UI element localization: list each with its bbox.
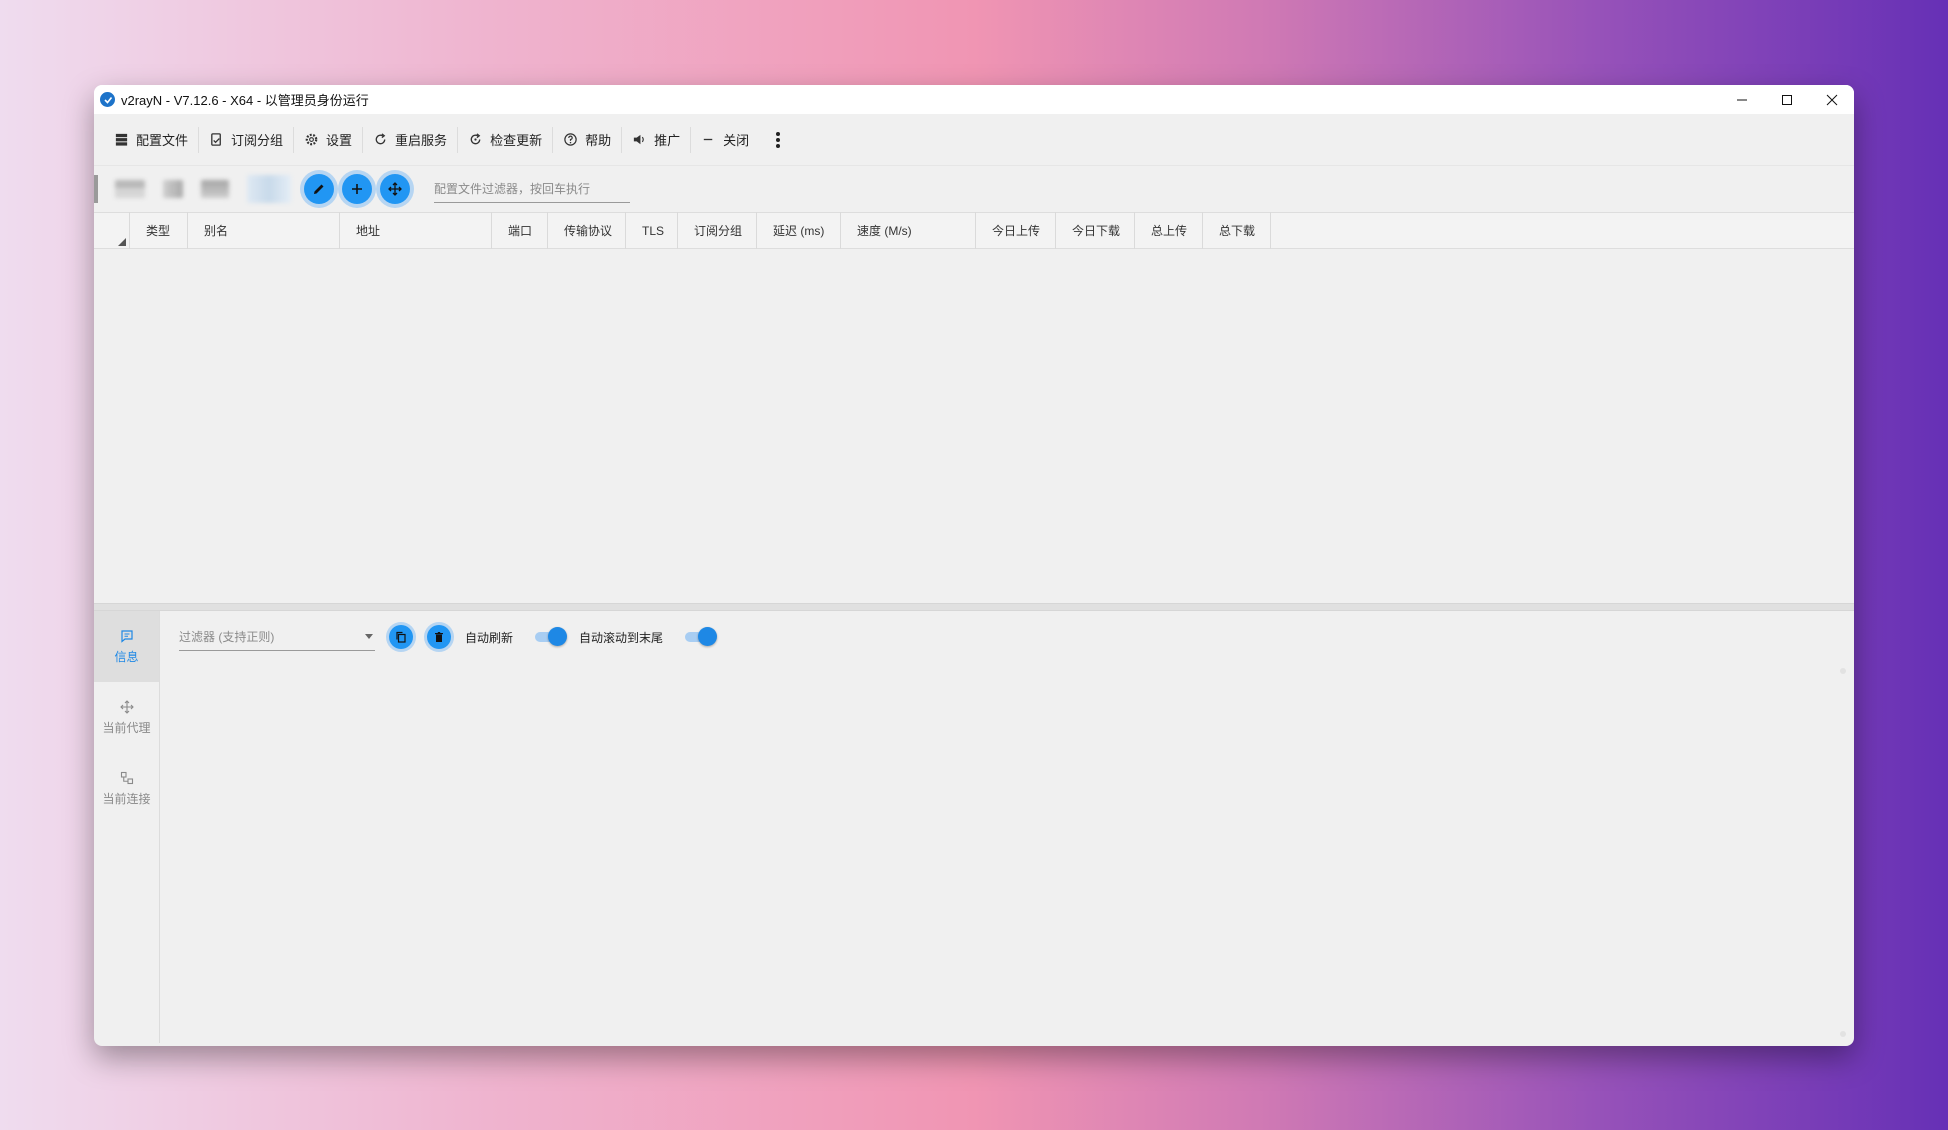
menu-restart-label: 重启服务	[395, 133, 448, 148]
connection-icon	[120, 771, 133, 784]
select-all-corner[interactable]	[94, 212, 130, 249]
tab-info-label: 信息	[114, 649, 139, 664]
log-panel: 过滤器 (支持正则) 自动刷新 自动滚动到末尾	[160, 611, 1854, 1043]
toggle-knob	[548, 627, 568, 646]
plus-icon	[352, 184, 362, 194]
scrollbar-up-indicator[interactable]	[1840, 668, 1846, 674]
scrollbar-down-indicator[interactable]	[1840, 1031, 1846, 1037]
window-title: v2rayN - V7.12.6 - X64 - 以管理员身份运行	[121, 93, 369, 108]
column-header-type[interactable]: 类型	[130, 212, 188, 249]
title-bar[interactable]: v2rayN - V7.12.6 - X64 - 以管理员身份运行	[94, 85, 1854, 114]
main-menu-bar: 配置文件 订阅分组 设置 重启服务 检查更新 帮助 推广 关闭	[94, 114, 1854, 166]
menu-promotion-label: 推广	[654, 133, 681, 148]
proxy-icon	[119, 699, 134, 714]
menu-subscription-group[interactable]: 订阅分组	[199, 125, 293, 155]
menu-restart-service[interactable]: 重启服务	[363, 125, 457, 155]
update-icon	[470, 133, 481, 145]
app-window: v2rayN - V7.12.6 - X64 - 以管理员身份运行 配置文件 订…	[94, 85, 1854, 1046]
column-header-address[interactable]: 地址	[340, 212, 492, 249]
close-window-button[interactable]	[1809, 85, 1854, 114]
close-icon	[1826, 94, 1837, 105]
toggle-knob	[698, 627, 718, 646]
log-filter-placeholder: 过滤器 (支持正则)	[179, 630, 275, 644]
minimize-button[interactable]	[1719, 85, 1764, 114]
minus-icon	[703, 138, 713, 141]
column-header-tls[interactable]: TLS	[626, 212, 678, 249]
chevron-down-icon[interactable]	[365, 634, 373, 639]
tab-current-proxy[interactable]: 当前代理	[94, 682, 159, 753]
column-header-port[interactable]: 端口	[492, 212, 548, 249]
auto-refresh-label: 自动刷新	[465, 630, 514, 645]
restart-icon	[375, 133, 386, 145]
menu-settings-label: 设置	[326, 133, 353, 148]
subscription-icon	[211, 133, 221, 146]
column-header-total-upload[interactable]: 总上传	[1135, 212, 1203, 249]
column-header-latency[interactable]: 延迟 (ms)	[757, 212, 841, 249]
pencil-icon	[314, 184, 324, 194]
copy-icon	[396, 631, 406, 643]
bottom-side-tabs: 信息 当前代理 当前连接	[94, 611, 160, 1043]
profile-filter-input[interactable]: 配置文件过滤器，按回车执行	[434, 175, 630, 203]
menu-close[interactable]: 关闭	[691, 125, 759, 155]
column-header-alias[interactable]: 别名	[188, 212, 340, 249]
menu-update-label: 检查更新	[490, 133, 543, 148]
move-icon	[388, 182, 402, 196]
menu-help[interactable]: 帮助	[553, 125, 621, 155]
gear-icon	[305, 133, 318, 146]
profile-table-header: 类型 别名 地址 端口 传输协议 TLS 订阅分组 延迟 (ms) 速度 (M/…	[94, 212, 1854, 249]
menu-help-label: 帮助	[585, 133, 612, 148]
column-header-total-download[interactable]: 总下载	[1203, 212, 1271, 249]
tab-info[interactable]: 信息	[94, 611, 159, 682]
menu-subscription-label: 订阅分组	[231, 133, 284, 148]
maximize-icon	[1781, 94, 1792, 105]
help-icon	[564, 133, 577, 146]
menu-promotion[interactable]: 推广	[622, 125, 690, 155]
server-icon	[115, 133, 128, 146]
auto-refresh-toggle[interactable]	[535, 627, 568, 646]
log-toolbar: 过滤器 (支持正则) 自动刷新 自动滚动到末尾	[160, 611, 1854, 663]
group-tab-blurred[interactable]	[201, 180, 229, 198]
column-header-today-upload[interactable]: 今日上传	[976, 212, 1056, 249]
panel-splitter[interactable]	[94, 603, 1854, 611]
tab-current-connections[interactable]: 当前连接	[94, 753, 159, 824]
maximize-button[interactable]	[1764, 85, 1809, 114]
column-header-today-download[interactable]: 今日下载	[1056, 212, 1135, 249]
group-tab-blurred[interactable]	[247, 175, 291, 203]
move-profile-button[interactable]	[380, 174, 410, 204]
window-controls	[1719, 85, 1854, 114]
edit-profile-button[interactable]	[304, 174, 334, 204]
group-tab-blurred[interactable]	[115, 180, 145, 198]
tab-current-proxy-label: 当前代理	[102, 720, 151, 735]
log-filter-combobox[interactable]: 过滤器 (支持正则)	[179, 623, 375, 651]
profile-table-body[interactable]	[94, 249, 1854, 603]
tab-current-connections-label: 当前连接	[102, 791, 151, 806]
speaker-icon	[633, 134, 644, 145]
toolbar-accent-bar	[94, 175, 98, 203]
more-options-icon[interactable]	[771, 130, 785, 150]
group-tab-blurred[interactable]	[163, 180, 183, 198]
column-header-subscription[interactable]: 订阅分组	[678, 212, 757, 249]
menu-settings[interactable]: 设置	[294, 125, 362, 155]
column-header-transport[interactable]: 传输协议	[548, 212, 626, 249]
clear-log-button[interactable]	[427, 625, 451, 649]
profile-toolbar: 配置文件过滤器，按回车执行	[94, 166, 1854, 212]
trash-icon	[435, 632, 443, 642]
copy-log-button[interactable]	[389, 625, 413, 649]
menu-profiles-label: 配置文件	[136, 133, 189, 148]
add-profile-button[interactable]	[342, 174, 372, 204]
menu-check-update[interactable]: 检查更新	[458, 125, 552, 155]
minimize-icon	[1736, 99, 1747, 100]
message-icon	[120, 629, 133, 643]
auto-scroll-toggle[interactable]	[685, 627, 718, 646]
v2rayn-logo-icon	[100, 92, 115, 107]
bottom-panel: 信息 当前代理 当前连接 过滤器 (支持正则) 自动刷新 自动滚动到末尾	[94, 611, 1854, 1043]
menu-profiles[interactable]: 配置文件	[104, 125, 198, 155]
menu-close-label: 关闭	[723, 133, 750, 148]
auto-scroll-label: 自动滚动到末尾	[579, 630, 664, 645]
column-header-speed[interactable]: 速度 (M/s)	[841, 212, 976, 249]
